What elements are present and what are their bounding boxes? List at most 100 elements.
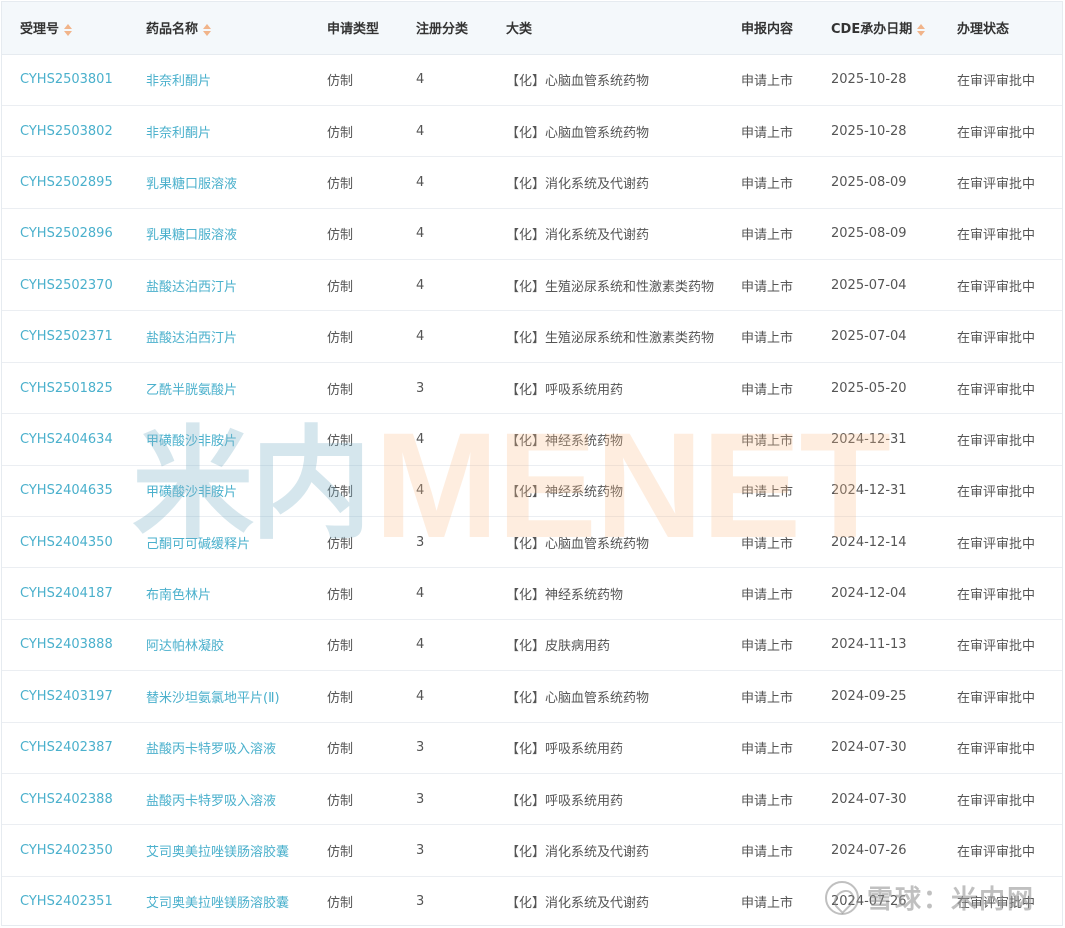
cell-cde-date: 2025-05-20 <box>831 380 907 396</box>
cell-category: 【化】呼吸系统用药 <box>506 742 624 758</box>
cell-apply-type: 仿制 <box>327 485 354 501</box>
table-row: CYHS2404187 布南色林片 仿制 4 【化】神经系统药物 申请上市 2024-12-… <box>2 568 1062 620</box>
cell-category: 【化】生殖泌尿系统和性激素类药物 <box>506 279 715 295</box>
cell-drug-name[interactable]: 盐酸丙卡特罗吸入溶液 <box>128 722 309 773</box>
cell-drug-name[interactable]: 布南色林片 <box>128 568 309 619</box>
cell-apply-content: 申请上市 <box>741 125 794 141</box>
cell-cde-date: 2024-11-13 <box>831 637 907 653</box>
cell-accept-no[interactable]: CYHS2502895 <box>2 157 128 208</box>
table-row: CYHS2403197 替米沙坦氨氯地平片(Ⅱ) 仿制 4 【化】心脑血管系统药物 申请上… <box>2 671 1062 723</box>
table-row: CYHS2402351 艾司奥美拉唑镁肠溶胶囊 仿制 3 【化】消化系统及代谢药 申请上市… <box>2 876 1062 925</box>
cell-drug-name[interactable]: 非奈利酮片 <box>128 105 309 156</box>
cell-accept-no[interactable]: CYHS2403888 <box>2 619 128 670</box>
cell-accept-no[interactable]: CYHS2404350 <box>2 517 128 568</box>
cell-accept-no[interactable]: CYHS2402350 <box>2 825 128 876</box>
cell-apply-type: 仿制 <box>327 331 354 347</box>
column-header-accept-no[interactable]: 受理号 <box>2 2 128 55</box>
cell-status: 在审评审批中 <box>957 690 1036 706</box>
column-header-drug-name[interactable]: 药品名称 <box>128 2 309 55</box>
cell-accept-no[interactable]: CYHS2404635 <box>2 465 128 516</box>
table-header-row: 受理号 药品名称 申请类型 注册分类 大类 申报内容 CDE承办日期 办理状态 <box>2 2 1062 55</box>
cell-accept-no[interactable]: CYHS2502370 <box>2 260 128 311</box>
cell-cde-date: 2024-07-30 <box>831 740 907 756</box>
cell-apply-content: 申请上市 <box>741 279 794 295</box>
column-header-label: CDE承办日期 <box>831 22 913 38</box>
cell-drug-name[interactable]: 甲磺酸沙非胺片 <box>128 414 309 465</box>
cell-reg-class: 4 <box>416 431 425 447</box>
cell-drug-name[interactable]: 阿达帕林凝胶 <box>128 619 309 670</box>
cell-accept-no[interactable]: CYHS2501825 <box>2 362 128 413</box>
sort-icon[interactable] <box>203 23 212 37</box>
cell-accept-no[interactable]: CYHS2503802 <box>2 105 128 156</box>
table-row: CYHS2502896 乳果糖口服溶液 仿制 4 【化】消化系统及代谢药 申请上市 2025… <box>2 208 1062 260</box>
cell-cde-date: 2025-10-28 <box>831 72 907 88</box>
cell-accept-no[interactable]: CYHS2402387 <box>2 722 128 773</box>
column-header-label: 药品名称 <box>146 22 199 38</box>
cell-category: 【化】心脑血管系统药物 <box>506 690 650 706</box>
cell-drug-name[interactable]: 己酮可可碱缓释片 <box>128 517 309 568</box>
cell-accept-no[interactable]: CYHS2402388 <box>2 773 128 824</box>
cell-accept-no[interactable]: CYHS2503801 <box>2 54 128 105</box>
cell-apply-type: 仿制 <box>327 690 354 706</box>
cell-status: 在审评审批中 <box>957 536 1036 552</box>
cell-drug-name[interactable]: 艾司奥美拉唑镁肠溶胶囊 <box>128 876 309 925</box>
cell-apply-type: 仿制 <box>327 742 354 758</box>
cell-cde-date: 2024-07-26 <box>831 894 907 910</box>
table-row: CYHS2403888 阿达帕林凝胶 仿制 4 【化】皮肤病用药 申请上市 2024-11-… <box>2 619 1062 671</box>
table-row: CYHS2404634 甲磺酸沙非胺片 仿制 4 【化】神经系统药物 申请上市 2024-1… <box>2 414 1062 466</box>
cell-drug-name[interactable]: 乳果糖口服溶液 <box>128 208 309 259</box>
cell-apply-type: 仿制 <box>327 228 354 244</box>
column-header-label: 办理状态 <box>957 22 1010 38</box>
cell-apply-content: 申请上市 <box>741 74 794 90</box>
cell-accept-no[interactable]: CYHS2502896 <box>2 208 128 259</box>
cell-drug-name[interactable]: 盐酸达泊西汀片 <box>128 260 309 311</box>
cell-apply-content: 申请上市 <box>741 742 794 758</box>
cell-drug-name[interactable]: 乙酰半胱氨酸片 <box>128 362 309 413</box>
cell-apply-type: 仿制 <box>327 382 354 398</box>
cell-drug-name[interactable]: 盐酸达泊西汀片 <box>128 311 309 362</box>
cell-cde-date: 2025-07-04 <box>831 277 907 293</box>
cell-category: 【化】神经系统药物 <box>506 485 624 501</box>
cell-apply-type: 仿制 <box>327 279 354 295</box>
cell-cde-date: 2025-08-09 <box>831 226 907 242</box>
cell-accept-no[interactable]: CYHS2404634 <box>2 414 128 465</box>
cell-accept-no[interactable]: CYHS2402351 <box>2 876 128 925</box>
cell-drug-name[interactable]: 甲磺酸沙非胺片 <box>128 465 309 516</box>
column-header-cde-date[interactable]: CDE承办日期 <box>813 2 939 55</box>
cell-cde-date: 2024-12-04 <box>831 586 907 602</box>
table-row: CYHS2503802 非奈利酮片 仿制 4 【化】心脑血管系统药物 申请上市 2025-1… <box>2 105 1062 157</box>
cell-drug-name[interactable]: 盐酸丙卡特罗吸入溶液 <box>128 773 309 824</box>
cell-reg-class: 4 <box>416 123 425 139</box>
cell-reg-class: 3 <box>416 843 425 859</box>
cell-accept-no[interactable]: CYHS2404187 <box>2 568 128 619</box>
cell-apply-type: 仿制 <box>327 74 354 90</box>
cell-drug-name[interactable]: 替米沙坦氨氯地平片(Ⅱ) <box>128 671 309 722</box>
cell-reg-class: 4 <box>416 226 425 242</box>
cell-status: 在审评审批中 <box>957 588 1036 604</box>
cell-status: 在审评审批中 <box>957 845 1036 861</box>
cell-status: 在审评审批中 <box>957 433 1036 449</box>
cell-category: 【化】消化系统及代谢药 <box>506 176 650 192</box>
cell-drug-name[interactable]: 艾司奥美拉唑镁肠溶胶囊 <box>128 825 309 876</box>
cell-status: 在审评审批中 <box>957 74 1036 90</box>
table-row: CYHS2404350 己酮可可碱缓释片 仿制 3 【化】心脑血管系统药物 申请上市 202… <box>2 517 1062 568</box>
cell-reg-class: 3 <box>416 534 425 550</box>
cell-drug-name[interactable]: 乳果糖口服溶液 <box>128 157 309 208</box>
cell-status: 在审评审批中 <box>957 742 1036 758</box>
cell-accept-no[interactable]: CYHS2403197 <box>2 671 128 722</box>
cell-apply-content: 申请上市 <box>741 433 794 449</box>
cell-category: 【化】神经系统药物 <box>506 433 624 449</box>
cell-status: 在审评审批中 <box>957 793 1036 809</box>
cell-status: 在审评审批中 <box>957 176 1036 192</box>
cell-drug-name[interactable]: 非奈利酮片 <box>128 54 309 105</box>
cell-category: 【化】消化系统及代谢药 <box>506 845 650 861</box>
sort-icon[interactable] <box>917 23 926 37</box>
cell-status: 在审评审批中 <box>957 485 1036 501</box>
cell-accept-no[interactable]: CYHS2502371 <box>2 311 128 362</box>
cell-reg-class: 4 <box>416 174 425 190</box>
sort-icon[interactable] <box>64 23 73 37</box>
cell-apply-content: 申请上市 <box>741 485 794 501</box>
cell-status: 在审评审批中 <box>957 331 1036 347</box>
cell-apply-content: 申请上市 <box>741 331 794 347</box>
table-row: CYHS2402388 盐酸丙卡特罗吸入溶液 仿制 3 【化】呼吸系统用药 申请上市 202… <box>2 773 1062 825</box>
